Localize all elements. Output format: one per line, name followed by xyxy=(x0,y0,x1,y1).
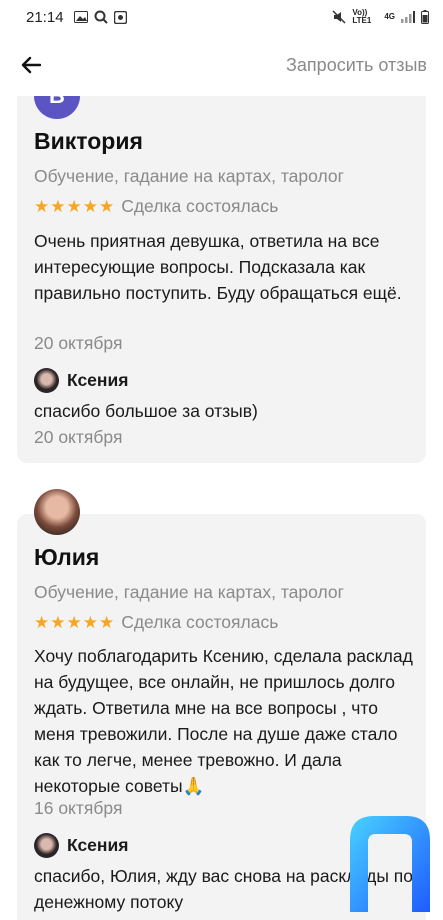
review-date: 20 октября xyxy=(34,333,123,353)
status-left-icons xyxy=(73,10,127,24)
network-type: 4G xyxy=(384,12,395,21)
reviewer-name: Юлия xyxy=(34,544,100,570)
signal-icon xyxy=(401,11,415,23)
avatar: В xyxy=(34,96,80,119)
reviewer-name: Виктория xyxy=(34,128,143,154)
reply-text: спасибо большое за отзыв) xyxy=(34,401,258,421)
review-date: 16 октября xyxy=(34,798,123,818)
app-header: Запросить отзыв xyxy=(0,34,443,96)
reply-author-name: Ксения xyxy=(67,835,129,855)
request-review-button[interactable]: Запросить отзыв xyxy=(286,55,427,76)
status-time: 21:14 xyxy=(26,8,64,26)
arrow-left-icon xyxy=(21,56,41,74)
reply-author-name: Ксения xyxy=(67,370,129,390)
logo-icon xyxy=(350,816,430,912)
reply-avatar xyxy=(34,833,59,858)
battery-icon xyxy=(421,10,429,24)
review-category: Обучение, гадание на картах, таролог xyxy=(34,166,345,186)
star-rating: ★★★★★ xyxy=(34,612,116,632)
mute-icon xyxy=(332,10,346,24)
rating-row: ★★★★★ Сделка состоялась xyxy=(34,196,278,217)
deal-status: Сделка состоялась xyxy=(121,612,279,632)
reviews-list[interactable]: В Виктория Обучение, гадание на картах, … xyxy=(0,96,443,920)
volte-label: Vo)) LTE1 xyxy=(352,8,372,25)
review-card: В Виктория Обучение, гадание на картах, … xyxy=(17,96,426,463)
review-text: Хочу поблагодарить Ксению, сделала раскл… xyxy=(34,646,413,796)
review-category: Обучение, гадание на картах, таролог xyxy=(34,582,345,602)
review-text: Очень приятная девушка, ответила на все … xyxy=(34,231,402,303)
deal-status: Сделка состоялась xyxy=(121,196,279,216)
back-button[interactable] xyxy=(18,52,44,78)
reply-author: Ксения xyxy=(34,833,128,858)
app-status-icon xyxy=(113,10,127,24)
star-rating: ★★★★★ xyxy=(34,196,116,216)
rating-row: ★★★★★ Сделка состоялась xyxy=(34,612,278,633)
reply-date: 20 октября xyxy=(34,427,123,447)
reply-author: Ксения xyxy=(34,368,128,393)
reply-avatar xyxy=(34,368,59,393)
avatar xyxy=(34,489,80,535)
status-right-icons: Vo)) LTE1 4G xyxy=(332,9,429,25)
search-status-icon xyxy=(94,10,108,24)
gallery-icon xyxy=(73,11,88,23)
status-bar: 21:14 Vo)) LTE1 4G xyxy=(0,0,443,34)
